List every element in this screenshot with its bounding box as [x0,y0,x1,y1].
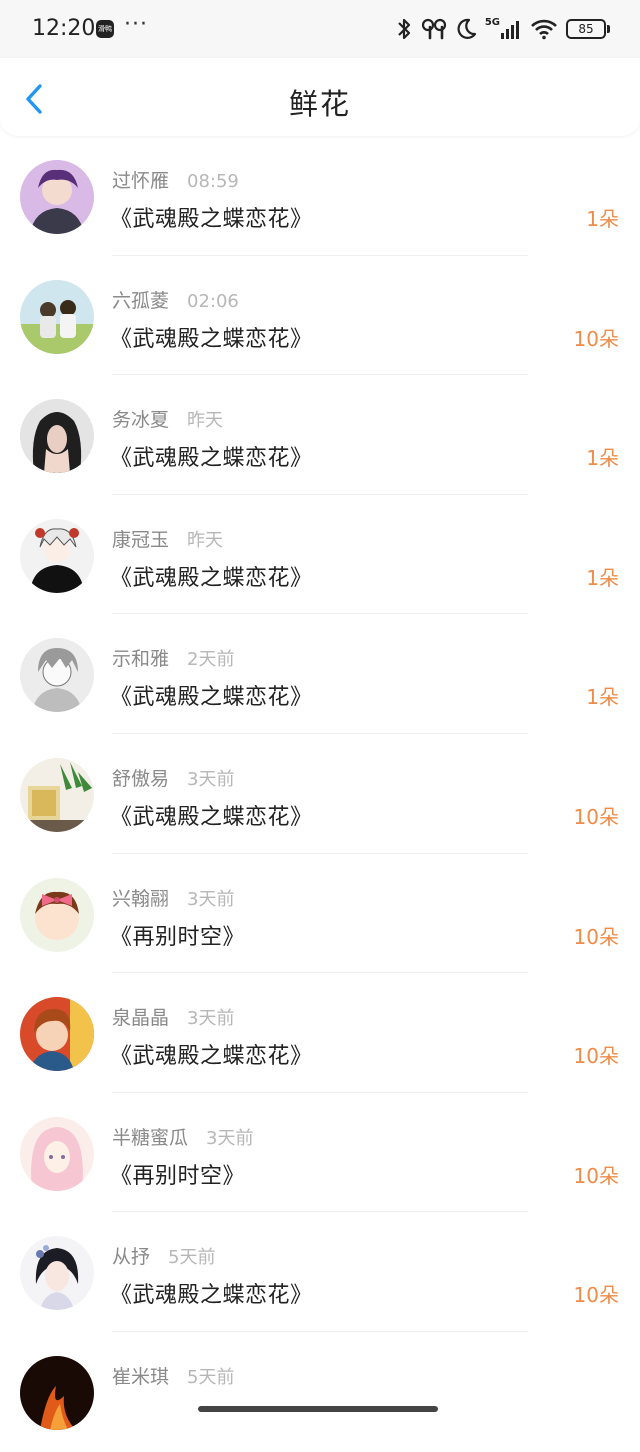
avatar[interactable] [20,1236,94,1311]
sender-name: 泉晶晶 3天前 [112,1007,235,1030]
list-item[interactable]: 示和雅 2天前 《武魂殿之蝶恋花》 1朵 [0,614,640,734]
sent-time: 08:59 [187,171,239,192]
flower-count: 10朵 [573,1163,619,1188]
sent-time: 5天前 [187,1366,235,1388]
network-type-label: 5G [484,16,500,28]
page-title: 鲜花 [288,87,351,121]
flower-count: 10朵 [573,804,619,829]
list-item[interactable]: 康冠玉 昨天 《武魂殿之蝶恋花》 1朵 [0,495,640,615]
flower-count: 1朵 [586,446,619,471]
list-item[interactable]: 从抒 5天前 《武魂殿之蝶恋花》 10朵 [0,1212,640,1332]
flower-count: 10朵 [573,326,619,351]
book-title: 《武魂殿之蝶恋花》 [110,1044,313,1070]
list-item[interactable]: 泉晶晶 3天前 《武魂殿之蝶恋花》 10朵 [0,973,640,1093]
flower-count: 1朵 [586,685,619,710]
avatar[interactable] [20,1355,94,1430]
list-item[interactable]: 崔米琪 5天前 [0,1332,640,1452]
list-item[interactable]: 六孤菱 02:06 《武魂殿之蝶恋花》 10朵 [0,256,640,376]
avatar[interactable] [20,877,94,952]
sent-time: 2天前 [187,649,235,671]
flower-count: 10朵 [573,1283,619,1308]
book-title: 《武魂殿之蝶恋花》 [110,326,313,352]
more-notifications-icon: ··· [124,12,148,37]
avatar[interactable] [20,518,94,593]
list-item[interactable]: 务冰夏 昨天 《武魂殿之蝶恋花》 1朵 [0,375,640,495]
book-title: 《武魂殿之蝶恋花》 [110,804,313,830]
sender-name: 务冰夏 昨天 [112,409,224,432]
sender-name: 兴翰翮 3天前 [112,887,235,910]
status-time: 12:20 [32,16,96,41]
book-title: 《武魂殿之蝶恋花》 [110,565,313,591]
sender-name: 舒傲易 3天前 [112,767,235,790]
avatar[interactable] [20,1116,94,1191]
sent-time: 3天前 [187,1008,235,1030]
book-title: 《武魂殿之蝶恋花》 [110,1283,313,1309]
battery-icon: 85 [566,19,610,39]
signal-icon [501,21,519,39]
avatar[interactable] [20,160,94,234]
book-title: 《武魂殿之蝶恋花》 [110,207,313,232]
flower-count: 1朵 [586,565,619,590]
sender-name: 过怀雁 08:59 [112,170,239,192]
sender-name: 从抒 5天前 [112,1246,216,1269]
list-item[interactable]: 半糖蜜瓜 3天前 《再别时空》 10朵 [0,1093,640,1213]
avatar[interactable] [20,638,94,713]
avatar[interactable] [20,757,94,832]
sender-name: 半糖蜜瓜 3天前 [112,1126,254,1149]
earbuds-icon [421,18,446,40]
sent-time: 3天前 [206,1127,254,1149]
flower-count: 10朵 [573,1044,619,1069]
app-notification-icon: 滑鸭 [96,20,114,38]
wifi-icon [531,19,557,40]
book-title: 《武魂殿之蝶恋花》 [110,446,313,472]
sent-time: 3天前 [187,888,235,910]
sender-name: 示和雅 2天前 [112,648,235,671]
home-indicator[interactable] [198,1406,438,1412]
sent-time: 5天前 [168,1247,216,1269]
sent-time: 02:06 [187,290,239,312]
status-bar: 12:20 滑鸭 ··· 5G 85 [0,0,640,58]
sender-name: 六孤菱 02:06 [112,289,239,312]
list-item[interactable]: 舒傲易 3天前 《武魂殿之蝶恋花》 10朵 [0,734,640,854]
list-item[interactable]: 兴翰翮 3天前 《再别时空》 10朵 [0,854,640,974]
flower-count: 10朵 [573,924,619,949]
flower-list: 过怀雁 08:59 《武魂殿之蝶恋花》 1朵 六孤菱 02:06 《武魂殿之蝶恋花》… [0,136,640,1452]
bluetooth-icon [398,18,410,40]
book-title: 《再别时空》 [110,1163,246,1189]
book-title: 《武魂殿之蝶恋花》 [110,685,313,711]
moon-icon [457,18,476,39]
status-icons: 5G 85 [395,14,610,44]
top-bar: 鲜花 [0,58,640,136]
book-title: 《再别时空》 [110,924,246,950]
sent-time: 昨天 [187,529,224,551]
sender-name: 崔米琪 5天前 [112,1365,235,1388]
sender-name: 康冠玉 昨天 [112,528,224,551]
avatar[interactable] [20,997,94,1072]
sent-time: 3天前 [187,768,235,790]
flower-count: 1朵 [586,207,619,231]
list-item[interactable]: 过怀雁 08:59 《武魂殿之蝶恋花》 1朵 [0,136,640,256]
avatar[interactable] [20,399,94,474]
sent-time: 昨天 [187,410,224,432]
avatar[interactable] [20,279,94,354]
